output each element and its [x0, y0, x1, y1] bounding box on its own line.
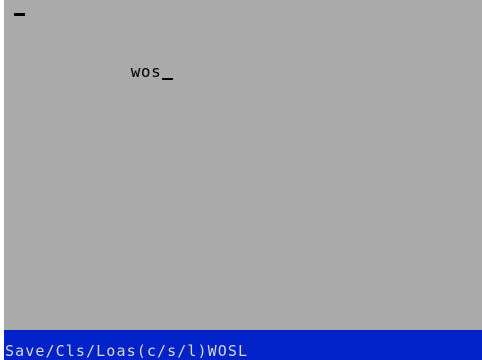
screen: wos Save/Cls/Loas(c/s/l)WOSL [0, 0, 482, 360]
status-bar: Save/Cls/Loas(c/s/l)WOSL [4, 330, 482, 360]
status-text: Save/Cls/Loas(c/s/l)WOSL [5, 342, 249, 360]
editor-area[interactable]: wos [4, 0, 482, 330]
line-marker [14, 13, 25, 16]
text-cursor [162, 78, 174, 80]
editor-text-line[interactable]: wos [70, 42, 174, 102]
editor-text: wos [130, 62, 162, 81]
